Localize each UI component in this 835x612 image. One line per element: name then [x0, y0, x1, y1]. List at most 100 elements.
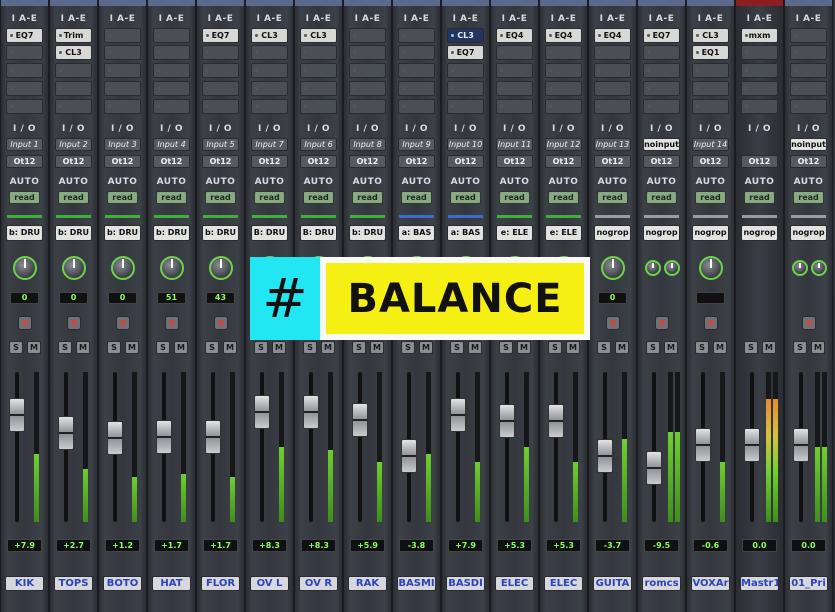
output-selector[interactable]: Ot12 [202, 155, 239, 168]
track-name[interactable]: VOXAr [691, 576, 730, 591]
group-selector[interactable]: B: DRU [300, 225, 337, 241]
insert-slot[interactable] [6, 63, 43, 78]
insert-slot[interactable] [202, 99, 239, 114]
output-selector[interactable]: Ot12 [594, 155, 631, 168]
insert-slot[interactable] [398, 28, 435, 43]
insert-slot[interactable] [153, 81, 190, 96]
insert-slot[interactable]: EQ1 [692, 45, 729, 60]
group-selector[interactable]: e: ELE [496, 225, 533, 241]
output-selector[interactable]: Ot12 [741, 155, 778, 168]
automation-mode-button[interactable]: read [58, 191, 89, 204]
insert-slot[interactable] [545, 99, 582, 114]
insert-slot[interactable] [496, 81, 533, 96]
track-name[interactable]: RAK [348, 576, 387, 591]
volume-fader[interactable] [695, 428, 711, 462]
solo-button[interactable]: S [9, 341, 23, 354]
insert-slot[interactable] [300, 63, 337, 78]
insert-slot[interactable] [202, 81, 239, 96]
insert-slot[interactable] [349, 28, 386, 43]
output-selector[interactable]: Ot12 [447, 155, 484, 168]
automation-mode-button[interactable]: read [401, 191, 432, 204]
insert-slot[interactable] [594, 45, 631, 60]
record-arm-button[interactable] [17, 316, 32, 330]
automation-mode-button[interactable]: read [303, 191, 334, 204]
input-selector[interactable]: Input 1 [6, 138, 43, 151]
solo-button[interactable]: S [646, 341, 660, 354]
input-selector[interactable]: Input 14 [692, 138, 729, 151]
mute-button[interactable]: M [321, 341, 335, 354]
insert-slot[interactable] [6, 45, 43, 60]
input-selector[interactable]: noinput [790, 138, 827, 151]
input-selector[interactable]: noinput [643, 138, 680, 151]
pan-knob[interactable] [62, 256, 86, 280]
insert-slot[interactable] [349, 63, 386, 78]
insert-slot[interactable] [300, 45, 337, 60]
track-name[interactable]: GUITA [593, 576, 632, 591]
group-selector[interactable]: e: ELE [545, 225, 582, 241]
group-selector[interactable]: B: DRU [251, 225, 288, 241]
insert-slot[interactable] [55, 99, 92, 114]
automation-mode-button[interactable]: read [597, 191, 628, 204]
insert-slot[interactable] [741, 45, 778, 60]
mute-button[interactable]: M [419, 341, 433, 354]
pan-left-knob[interactable] [645, 260, 661, 276]
insert-slot[interactable] [447, 63, 484, 78]
insert-slot[interactable] [104, 28, 141, 43]
pan-knob[interactable] [13, 256, 37, 280]
mute-button[interactable]: M [272, 341, 286, 354]
insert-slot[interactable] [398, 99, 435, 114]
volume-fader[interactable] [156, 420, 172, 454]
solo-button[interactable]: S [793, 341, 807, 354]
insert-slot[interactable]: EQ7 [6, 28, 43, 43]
track-name[interactable]: KIK [5, 576, 44, 591]
pan-knob[interactable] [160, 256, 184, 280]
pan-knob[interactable] [601, 256, 625, 280]
group-selector[interactable]: nogrop [643, 225, 680, 241]
solo-button[interactable]: S [107, 341, 121, 354]
track-name[interactable]: ELEC [544, 576, 583, 591]
group-selector[interactable]: nogrop [594, 225, 631, 241]
automation-mode-button[interactable]: read [107, 191, 138, 204]
solo-button[interactable]: S [450, 341, 464, 354]
volume-fader[interactable] [499, 404, 515, 438]
insert-slot[interactable] [153, 63, 190, 78]
insert-slot[interactable] [496, 99, 533, 114]
insert-slot[interactable] [251, 99, 288, 114]
solo-button[interactable]: S [156, 341, 170, 354]
input-selector[interactable]: Input 12 [545, 138, 582, 151]
track-name[interactable]: FLOR [201, 576, 240, 591]
mute-button[interactable]: M [468, 341, 482, 354]
pan-knob[interactable] [111, 256, 135, 280]
insert-slot[interactable]: mxm [741, 28, 778, 43]
mute-button[interactable]: M [27, 341, 41, 354]
insert-slot[interactable] [643, 63, 680, 78]
record-arm-button[interactable] [164, 316, 179, 330]
insert-slot[interactable] [545, 81, 582, 96]
insert-slot[interactable] [643, 99, 680, 114]
mute-button[interactable]: M [664, 341, 678, 354]
insert-slot[interactable] [790, 99, 827, 114]
automation-mode-button[interactable]: read [156, 191, 187, 204]
solo-button[interactable]: S [499, 341, 513, 354]
output-selector[interactable]: Ot12 [692, 155, 729, 168]
insert-slot[interactable] [300, 99, 337, 114]
track-name[interactable]: BASMI [397, 576, 436, 591]
output-selector[interactable]: Ot12 [153, 155, 190, 168]
pan-knob[interactable] [699, 256, 723, 280]
output-selector[interactable]: Ot12 [349, 155, 386, 168]
group-selector[interactable]: b: DRU [104, 225, 141, 241]
volume-fader[interactable] [9, 398, 25, 432]
solo-button[interactable]: S [401, 341, 415, 354]
insert-slot[interactable] [6, 99, 43, 114]
insert-slot[interactable] [251, 45, 288, 60]
insert-slot[interactable] [790, 28, 827, 43]
mute-button[interactable]: M [566, 341, 580, 354]
insert-slot[interactable] [6, 81, 43, 96]
output-selector[interactable]: Ot12 [55, 155, 92, 168]
insert-slot[interactable]: CL3 [692, 28, 729, 43]
group-selector[interactable]: a: BAS [447, 225, 484, 241]
insert-slot[interactable] [55, 63, 92, 78]
group-selector[interactable]: nogrop [741, 225, 778, 241]
volume-fader[interactable] [450, 398, 466, 432]
insert-slot[interactable] [447, 81, 484, 96]
